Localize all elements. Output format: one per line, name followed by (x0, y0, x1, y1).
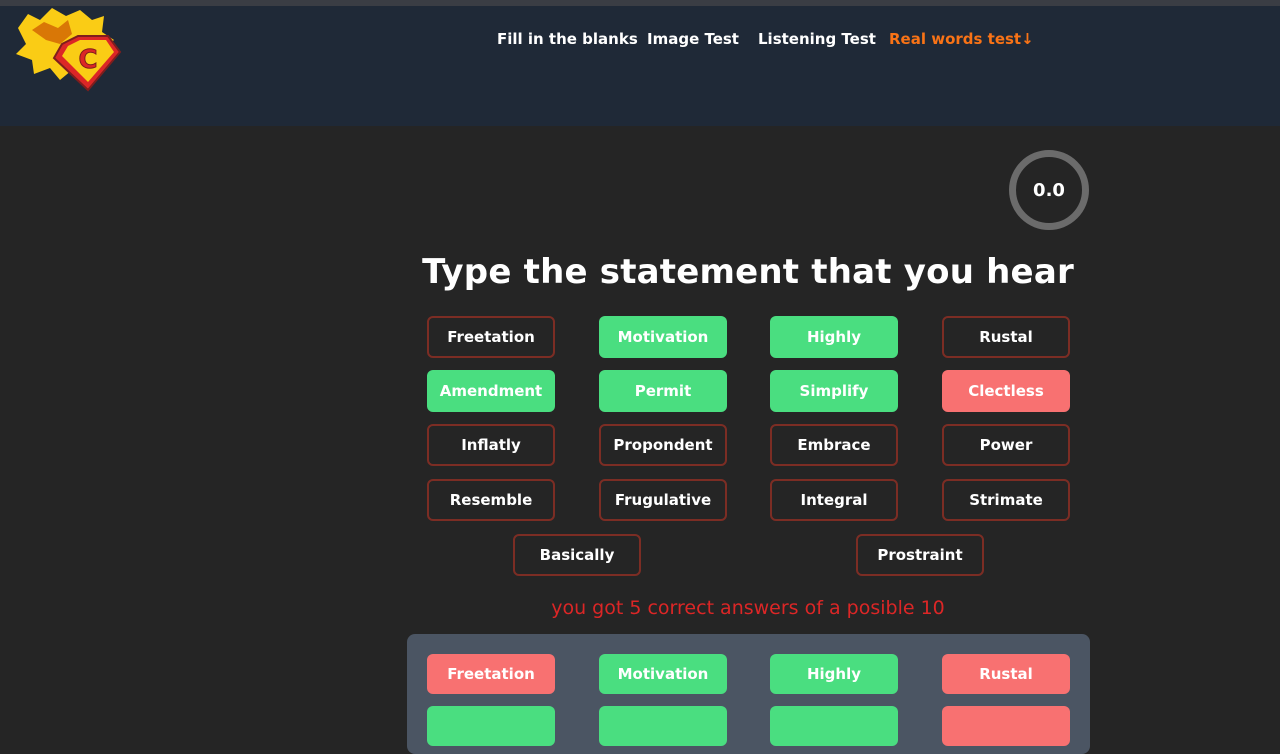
word-option-10[interactable]: Propondent (599, 424, 727, 466)
word-option-4[interactable]: Rustal (942, 316, 1070, 358)
result-word-6 (599, 706, 727, 746)
result-word-3: Highly (770, 654, 898, 694)
nav-image-test[interactable]: Image Test (647, 30, 739, 48)
result-word-5 (427, 706, 555, 746)
results-panel: Freetation Motivation Highly Rustal (407, 634, 1090, 754)
result-word-8 (942, 706, 1070, 746)
word-option-13[interactable]: Resemble (427, 479, 555, 521)
nav-fill-in-the-blanks[interactable]: Fill in the blanks (497, 30, 638, 48)
word-option-5[interactable]: Amendment (427, 370, 555, 412)
site-header: C Fill in the blanks Image Test Listenin… (0, 6, 1280, 126)
result-word-1: Freetation (427, 654, 555, 694)
superhero-logo[interactable]: C (10, 6, 125, 96)
word-option-9[interactable]: Inflatly (427, 424, 555, 466)
result-word-4: Rustal (942, 654, 1070, 694)
result-word-2: Motivation (599, 654, 727, 694)
word-option-16[interactable]: Strimate (942, 479, 1070, 521)
word-option-17[interactable]: Basically (513, 534, 641, 576)
result-message: you got 5 correct answers of a posible 1… (551, 597, 945, 619)
nav-listening-test[interactable]: Listening Test (758, 30, 876, 48)
word-option-6[interactable]: Permit (599, 370, 727, 412)
word-option-1[interactable]: Freetation (427, 316, 555, 358)
timer-display: 0.0 (1009, 150, 1089, 230)
word-option-12[interactable]: Power (942, 424, 1070, 466)
page-title: Type the statement that you hear (422, 252, 1074, 292)
word-option-7[interactable]: Simplify (770, 370, 898, 412)
word-option-8[interactable]: Clectless (942, 370, 1070, 412)
main-nav: Fill in the blanks Image Test Listening … (0, 30, 1280, 50)
word-option-14[interactable]: Frugulative (599, 479, 727, 521)
nav-real-words-test[interactable]: Real words test↓ (889, 30, 1034, 48)
word-option-3[interactable]: Highly (770, 316, 898, 358)
result-word-7 (770, 706, 898, 746)
word-option-18[interactable]: Prostraint (856, 534, 984, 576)
word-option-15[interactable]: Integral (770, 479, 898, 521)
word-option-2[interactable]: Motivation (599, 316, 727, 358)
word-option-11[interactable]: Embrace (770, 424, 898, 466)
